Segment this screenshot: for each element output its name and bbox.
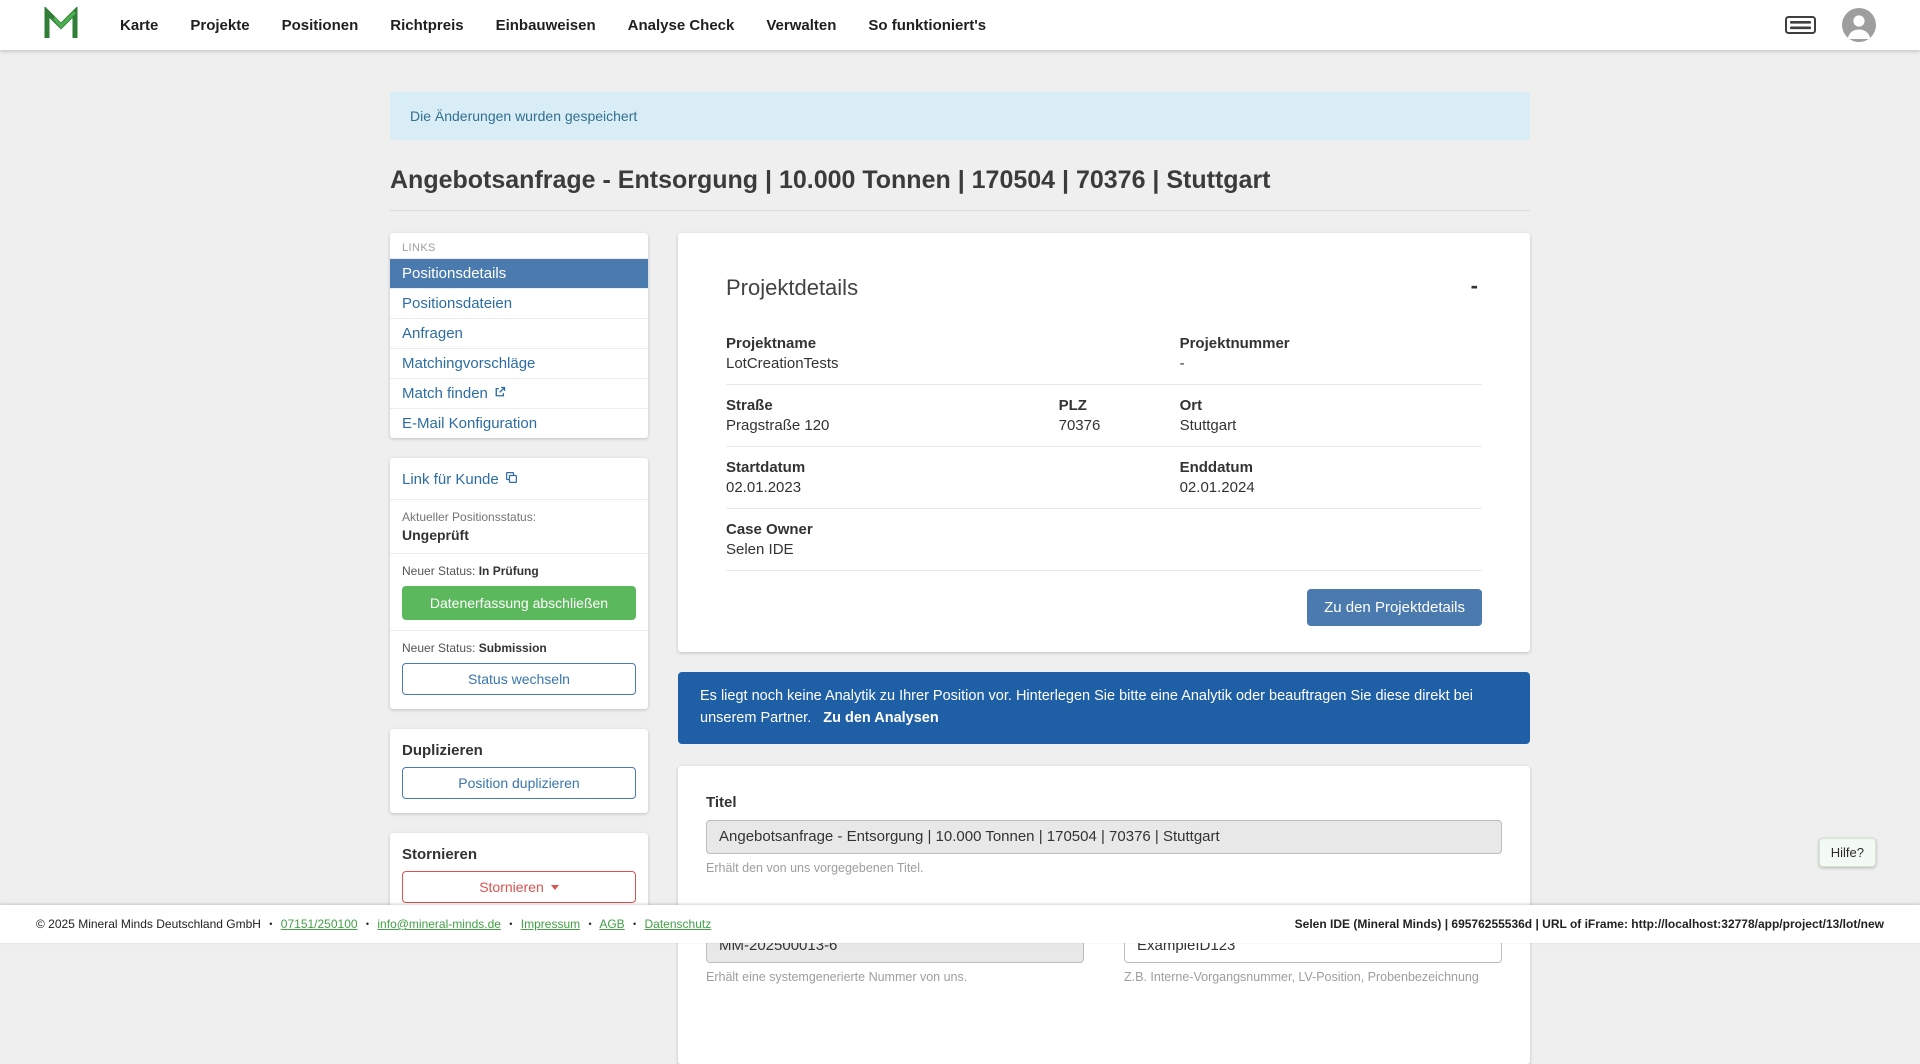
copyright-text: © 2025 Mineral Minds Deutschland GmbH (36, 917, 261, 931)
collapse-button[interactable]: - (1467, 275, 1482, 297)
avatar[interactable] (1842, 8, 1876, 42)
nav-item-richtpreis[interactable]: Richtpreis (390, 17, 463, 34)
titel-input (706, 820, 1502, 854)
navbar-actions (1785, 8, 1876, 42)
nav-item-analyse-check[interactable]: Analyse Check (628, 17, 735, 34)
status-card: Link für Kunde Aktueller Positionsstatus… (390, 458, 648, 709)
copy-icon (505, 471, 518, 488)
footer-left: © 2025 Mineral Minds Deutschland GmbH • … (36, 917, 711, 931)
nav-item-projekte[interactable]: Projekte (190, 17, 249, 34)
brand-logo[interactable] (44, 7, 78, 44)
links-header: LINKS (390, 233, 648, 258)
analytics-banner-text: Es liegt noch keine Analytik zu Ihrer Po… (700, 688, 1473, 726)
customer-link[interactable]: Link für Kunde (402, 471, 518, 488)
footer-link-phone[interactable]: 07151/250100 (281, 917, 358, 931)
startdatum-value: 02.01.2023 (726, 479, 1180, 496)
footer-session-info: Selen IDE (Mineral Minds) | 69576255536d… (1295, 917, 1884, 931)
startdatum-label: Startdatum (726, 459, 1180, 476)
go-to-project-details-button[interactable]: Zu den Projektdetails (1307, 589, 1482, 626)
new-status-line-2: Neuer Status: Submission (402, 641, 636, 655)
success-alert: Die Änderungen wurden gespeichert (390, 92, 1530, 140)
nav-menu: Karte Projekte Positionen Richtpreis Ein… (120, 17, 986, 34)
projektnummer-value: - (1180, 355, 1482, 372)
change-status-button[interactable]: Status wechseln (402, 663, 636, 695)
our-position-number-help: Erhält eine systemgenerierte Nummer von … (706, 970, 1084, 984)
duplicate-position-button[interactable]: Position duplizieren (402, 767, 636, 799)
server-icon[interactable] (1785, 16, 1816, 34)
duplicate-title: Duplizieren (402, 742, 636, 759)
plz-value: 70376 (1059, 417, 1180, 434)
sidebar-item-positionsdetails[interactable]: Positionsdetails (390, 258, 648, 288)
custom-position-number-help: Z.B. Interne-Vorgangsnummer, LV-Position… (1124, 970, 1502, 984)
project-row-name: Projektname LotCreationTests Projektnumm… (726, 323, 1482, 385)
current-status-value: Ungeprüft (402, 527, 636, 543)
analytics-banner: Es liegt noch keine Analytik zu Ihrer Po… (678, 672, 1530, 744)
strasse-label: Straße (726, 397, 1059, 414)
current-status-label: Aktueller Positionsstatus: (402, 510, 636, 524)
project-row-dates: Startdatum 02.01.2023 Enddatum 02.01.202… (726, 447, 1482, 509)
footer: © 2025 Mineral Minds Deutschland GmbH • … (0, 905, 1920, 943)
project-details-title: Projektdetails (726, 275, 858, 301)
help-button[interactable]: Hilfe? (1819, 838, 1876, 867)
alert-text: Die Änderungen wurden gespeichert (410, 108, 637, 124)
page-title: Angebotsanfrage - Entsorgung | 10.000 To… (390, 166, 1530, 211)
sidebar-item-email-konfiguration[interactable]: E-Mail Konfiguration (390, 408, 648, 438)
duplicate-card: Duplizieren Position duplizieren (390, 729, 648, 813)
external-link-icon (494, 385, 506, 402)
nav-item-karte[interactable]: Karte (120, 17, 158, 34)
ort-label: Ort (1180, 397, 1482, 414)
plz-label: PLZ (1059, 397, 1180, 414)
project-row-address: Straße Pragstraße 120 PLZ 70376 Ort Stut… (726, 385, 1482, 447)
analytics-link[interactable]: Zu den Analysen (823, 710, 938, 726)
case-owner-label: Case Owner (726, 521, 1482, 538)
new-status-line-1: Neuer Status: In Prüfung (402, 564, 636, 578)
sidebar: LINKS Positionsdetails Positionsdateien … (390, 233, 648, 917)
footer-user: Selen IDE (Mineral Minds) (1295, 917, 1442, 931)
sidebar-item-matchingvorschlaege[interactable]: Matchingvorschläge (390, 348, 648, 378)
sidebar-item-match-finden[interactable]: Match finden (390, 378, 648, 408)
nav-item-verwalten[interactable]: Verwalten (766, 17, 836, 34)
complete-data-entry-button[interactable]: Datenerfassung abschließen (402, 586, 636, 620)
footer-link-email[interactable]: info@mineral-minds.de (377, 917, 501, 931)
user-icon (1842, 8, 1876, 42)
enddatum-value: 02.01.2024 (1180, 479, 1482, 496)
cancel-title: Stornieren (402, 846, 636, 863)
sidebar-item-anfragen[interactable]: Anfragen (390, 318, 648, 348)
top-navbar: Karte Projekte Positionen Richtpreis Ein… (0, 0, 1920, 50)
strasse-value: Pragstraße 120 (726, 417, 1059, 434)
footer-link-datenschutz[interactable]: Datenschutz (645, 917, 712, 931)
nav-item-einbauweisen[interactable]: Einbauweisen (496, 17, 596, 34)
cancel-dropdown-button[interactable]: Stornieren (402, 871, 636, 903)
sidebar-item-positionsdateien[interactable]: Positionsdateien (390, 288, 648, 318)
titel-label: Titel (706, 794, 1502, 811)
footer-link-impressum[interactable]: Impressum (521, 917, 580, 931)
links-card: LINKS Positionsdetails Positionsdateien … (390, 233, 648, 438)
project-details-card: Projektdetails - Projektname LotCreation… (678, 233, 1530, 652)
ort-value: Stuttgart (1180, 417, 1482, 434)
footer-session: | 69576255536d | URL of iFrame: http://l… (1445, 917, 1884, 931)
project-row-owner: Case Owner Selen IDE (726, 509, 1482, 571)
projektnummer-label: Projektnummer (1180, 335, 1482, 352)
nav-item-positionen[interactable]: Positionen (282, 17, 359, 34)
enddatum-label: Enddatum (1180, 459, 1482, 476)
footer-link-agb[interactable]: AGB (599, 917, 624, 931)
case-owner-value: Selen IDE (726, 541, 1482, 558)
projektname-label: Projektname (726, 335, 1180, 352)
mineral-minds-logo-icon (44, 7, 78, 44)
titel-help: Erhält den von uns vorgegebenen Titel. (706, 861, 1502, 875)
nav-item-so-funktionierts[interactable]: So funktioniert's (868, 17, 986, 34)
caret-down-icon (551, 885, 559, 890)
projektname-value: LotCreationTests (726, 355, 1180, 372)
